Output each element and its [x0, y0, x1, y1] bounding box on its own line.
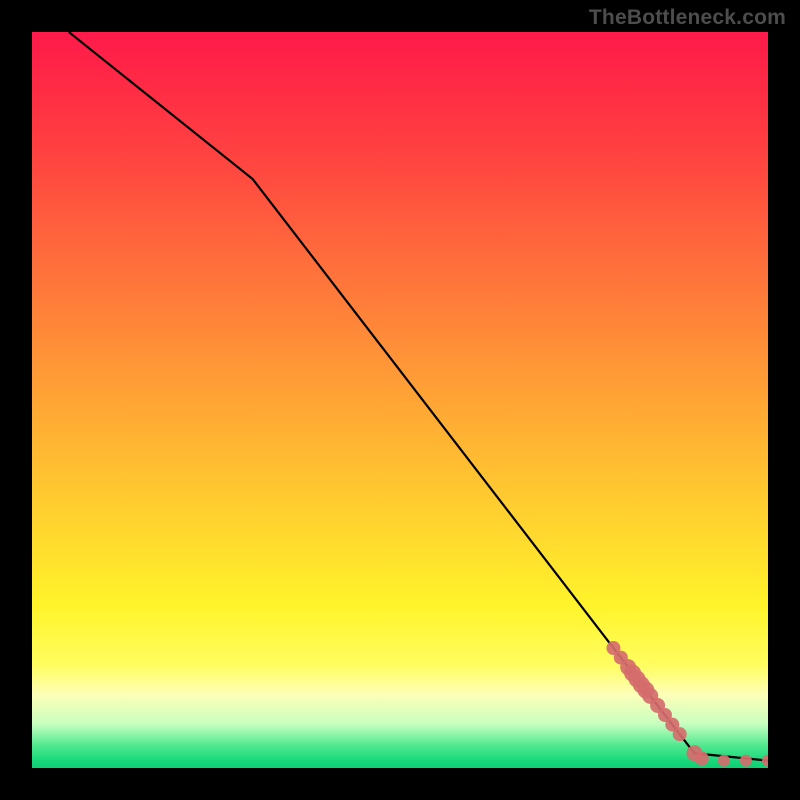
curve-layer [69, 32, 768, 761]
bottleneck-curve [69, 32, 768, 761]
scatter-point [695, 751, 709, 765]
watermark-text: TheBottleneck.com [589, 6, 786, 30]
chart-overlay [32, 32, 768, 768]
plot-area [32, 32, 768, 768]
scatter-point [673, 727, 687, 741]
scatter-point [762, 755, 768, 767]
scatter-point [740, 755, 752, 767]
chart-frame: TheBottleneck.com [0, 0, 800, 800]
scatter-point [718, 755, 730, 767]
scatter-layer [606, 641, 768, 767]
